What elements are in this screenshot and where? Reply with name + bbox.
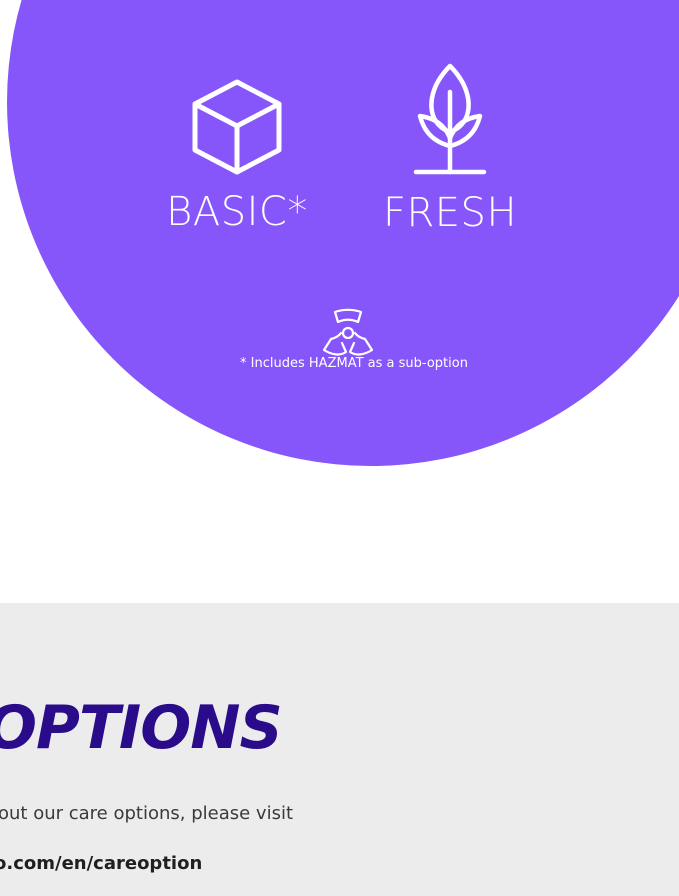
info-text: out our care options, please visit [0, 803, 294, 824]
care-options-circle [7, 0, 679, 466]
care-options-info-section: OPTIONS out our care options, please vis… [0, 603, 679, 896]
option-fresh: FRESH [382, 62, 518, 236]
care-option-link[interactable]: o.com/en/careoption [0, 853, 202, 875]
box-icon [190, 78, 284, 176]
option-fresh-label: FRESH [382, 190, 518, 236]
sprout-icon [410, 62, 490, 176]
radiation-icon [318, 308, 378, 362]
hazmat-footnote: * Includes HAZMAT as a sub-option [240, 356, 468, 371]
section-heading: OPTIONS [0, 693, 283, 763]
page: BASIC* FRESH * Includes HAZMAT as a sub-… [0, 0, 679, 896]
option-basic-label: BASIC* [166, 189, 308, 235]
option-basic: BASIC* [166, 78, 307, 232]
